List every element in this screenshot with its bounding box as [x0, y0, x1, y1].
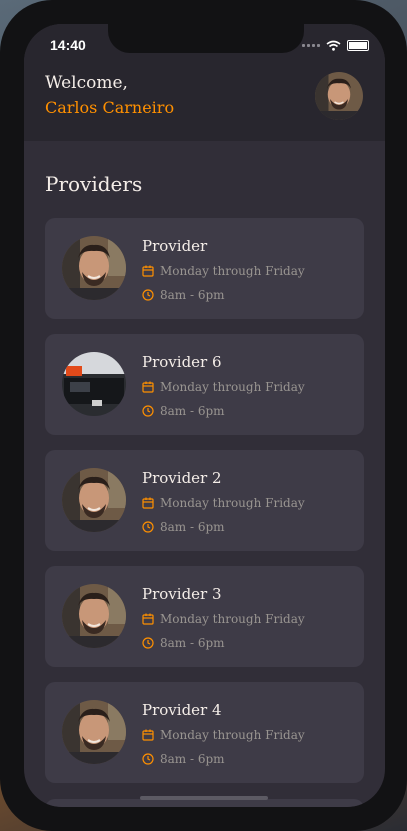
provider-hours: 8am - 6pm — [142, 404, 225, 418]
provider-days-text: Monday through Friday — [160, 380, 305, 394]
provider-name: Provider — [142, 237, 208, 255]
provider-days: Monday through Friday — [142, 264, 305, 278]
calendar-icon — [142, 497, 154, 509]
calendar-icon — [142, 729, 154, 741]
user-name-link[interactable]: Carlos Carneiro — [45, 98, 174, 117]
status-icons — [302, 40, 369, 51]
provider-hours-text: 8am - 6pm — [160, 636, 225, 650]
provider-days-text: Monday through Friday — [160, 612, 305, 626]
provider-name: Provider 6 — [142, 353, 222, 371]
provider-avatar — [62, 700, 126, 764]
provider-hours-text: 8am - 6pm — [160, 288, 225, 302]
provider-avatar — [62, 352, 126, 416]
person-photo-icon — [62, 236, 126, 300]
provider-days-text: Monday through Friday — [160, 728, 305, 742]
status-time: 14:40 — [50, 37, 86, 53]
clock-icon — [142, 637, 154, 649]
calendar-icon — [142, 613, 154, 625]
person-photo-icon — [315, 72, 363, 120]
provider-days: Monday through Friday — [142, 496, 305, 510]
clock-icon — [142, 753, 154, 765]
calendar-icon — [142, 381, 154, 393]
provider-hours-text: 8am - 6pm — [160, 752, 225, 766]
provider-days: Monday through Friday — [142, 728, 305, 742]
provider-card[interactable]: Provider 4 Monday through Friday 8am - 6… — [45, 682, 364, 783]
provider-hours: 8am - 6pm — [142, 520, 225, 534]
provider-card[interactable]: Provider 3 Monday through Friday 8am - 6… — [45, 566, 364, 667]
provider-days-text: Monday through Friday — [160, 496, 305, 510]
person-photo-icon — [62, 700, 126, 764]
section-title: Providers — [45, 172, 143, 196]
battery-icon — [347, 40, 369, 51]
provider-days: Monday through Friday — [142, 380, 305, 394]
provider-hours: 8am - 6pm — [142, 288, 225, 302]
provider-hours-text: 8am - 6pm — [160, 404, 225, 418]
clock-icon — [142, 405, 154, 417]
provider-days-text: Monday through Friday — [160, 264, 305, 278]
provider-card[interactable]: Provider 6 Monday through Friday 8am - 6… — [45, 334, 364, 435]
signal-icon — [302, 44, 320, 47]
provider-hours-text: 8am - 6pm — [160, 520, 225, 534]
wifi-icon — [326, 40, 341, 51]
provider-avatar — [62, 584, 126, 648]
app-screen: Welcome, Carlos Carneiro 14:40 Providers… — [24, 24, 385, 807]
device-notch — [108, 24, 304, 53]
provider-avatar — [62, 236, 126, 300]
provider-name: Provider 3 — [142, 585, 222, 603]
person-photo-icon — [62, 468, 126, 532]
provider-avatar — [62, 468, 126, 532]
list-item-partial — [45, 799, 364, 807]
provider-card[interactable]: Provider Monday through Friday 8am - 6pm — [45, 218, 364, 319]
clock-icon — [142, 289, 154, 301]
clock-icon — [142, 521, 154, 533]
user-avatar[interactable] — [315, 72, 363, 120]
provider-hours: 8am - 6pm — [142, 752, 225, 766]
calendar-icon — [142, 265, 154, 277]
home-indicator[interactable] — [140, 796, 268, 800]
car-photo-icon — [62, 352, 126, 416]
phone-frame: Welcome, Carlos Carneiro 14:40 Providers… — [0, 0, 407, 831]
provider-days: Monday through Friday — [142, 612, 305, 626]
greeting-text: Welcome, — [45, 73, 128, 93]
provider-name: Provider 2 — [142, 469, 222, 487]
provider-card[interactable]: Provider 2 Monday through Friday 8am - 6… — [45, 450, 364, 551]
provider-name: Provider 4 — [142, 701, 222, 719]
provider-hours: 8am - 6pm — [142, 636, 225, 650]
person-photo-icon — [62, 584, 126, 648]
